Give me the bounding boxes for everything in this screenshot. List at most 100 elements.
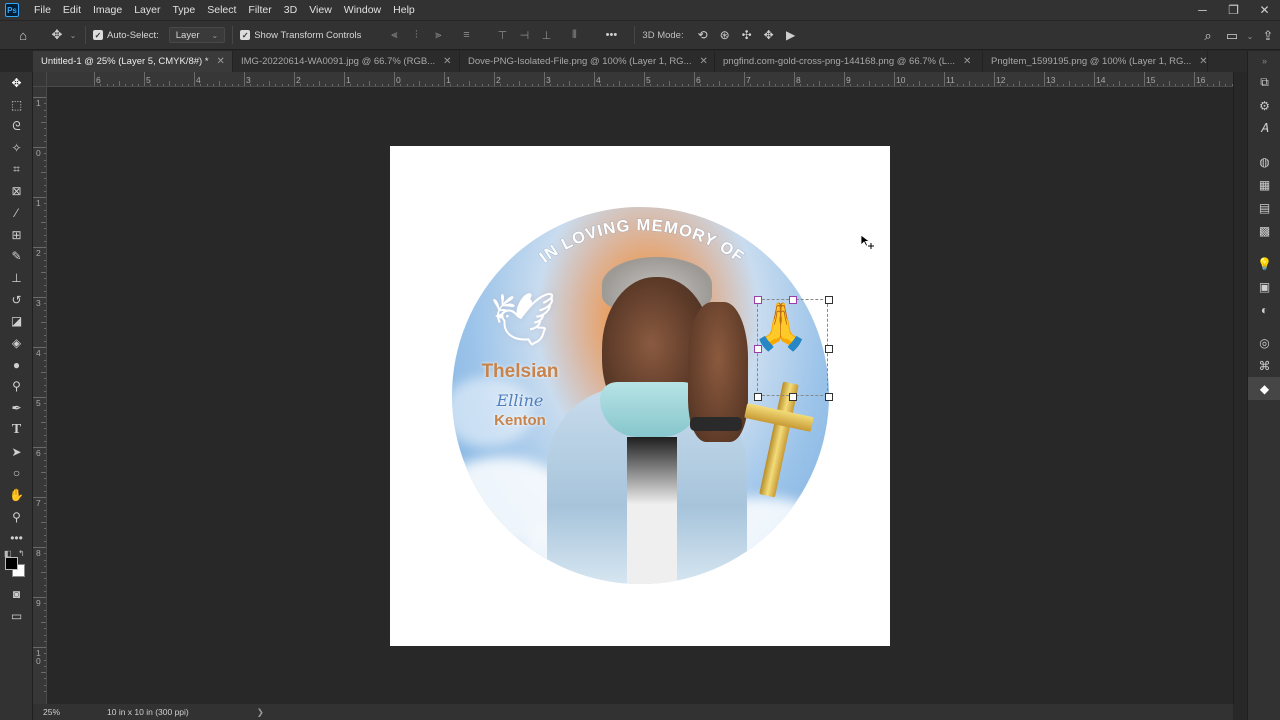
auto-select-checkbox[interactable]: ✓ Auto-Select: bbox=[93, 30, 159, 41]
transform-handle[interactable] bbox=[825, 393, 833, 401]
color-panel-icon[interactable]: ◍ bbox=[1248, 150, 1280, 173]
tab-img-20220614[interactable]: IMG-20220614-WA0091.jpg @ 66.7% (RGB... … bbox=[233, 51, 460, 72]
lasso-tool-icon[interactable]: ᘓ bbox=[0, 115, 33, 137]
close-icon[interactable]: ✕ bbox=[963, 56, 971, 67]
screen-mode-icon[interactable]: ▭ bbox=[0, 605, 33, 627]
tab-untitled-1[interactable]: Untitled-1 @ 25% (Layer 5, CMYK/8#) * ✕ bbox=[33, 51, 233, 72]
zoom-level[interactable]: 25% bbox=[33, 707, 91, 717]
horizontal-ruler[interactable]: 6 5 4 3 2 1 0 1 2 3 4 5 6 7 8 9 10 11 12 13 14 15 16 bbox=[47, 72, 1233, 87]
menu-image[interactable]: Image bbox=[87, 0, 128, 20]
align-right-icon[interactable]: ⫸ bbox=[429, 26, 447, 44]
orbit-3d-icon[interactable]: ⟲ bbox=[692, 28, 714, 42]
transform-handle[interactable] bbox=[789, 296, 797, 304]
close-icon[interactable]: ✕ bbox=[1199, 56, 1207, 67]
clone-stamp-tool-icon[interactable]: ⊥ bbox=[0, 267, 33, 289]
patterns-panel-icon[interactable]: ▩ bbox=[1248, 219, 1280, 242]
tab-dove-png[interactable]: Dove-PNG-Isolated-File.png @ 100% (Layer… bbox=[460, 51, 715, 72]
color-swatches[interactable]: ◧ ↰ bbox=[0, 549, 33, 583]
layer-group-select[interactable]: Layer ⌄ bbox=[168, 27, 226, 43]
align-middle-icon[interactable]: ⊣ bbox=[515, 26, 533, 44]
chevron-down-icon[interactable]: ⌄ bbox=[1244, 21, 1256, 51]
transform-handle[interactable] bbox=[825, 296, 833, 304]
roll-3d-icon[interactable]: ⊛ bbox=[714, 28, 736, 42]
crop-tool-icon[interactable]: ⌗ bbox=[0, 159, 33, 181]
paths-panel-icon[interactable]: ⌘ bbox=[1248, 354, 1280, 377]
collapse-panels-icon[interactable]: » bbox=[1248, 51, 1280, 71]
foreground-color-swatch[interactable] bbox=[5, 557, 18, 571]
brush-tool-icon[interactable]: ✎ bbox=[0, 246, 33, 268]
move-tool-preset-icon[interactable]: ✥ bbox=[46, 20, 68, 50]
path-selection-tool-icon[interactable]: ➤ bbox=[0, 441, 33, 463]
menu-window[interactable]: Window bbox=[338, 0, 387, 20]
distribute-vertical-icon[interactable]: ⦀ bbox=[565, 26, 583, 44]
healing-brush-tool-icon[interactable]: ⊞ bbox=[0, 224, 33, 246]
distribute-icon[interactable]: ≡ bbox=[457, 26, 475, 44]
ruler-origin[interactable] bbox=[33, 72, 47, 87]
pen-tool-icon[interactable]: ✒ bbox=[0, 397, 33, 419]
magic-wand-tool-icon[interactable]: ✧ bbox=[0, 137, 33, 159]
chevron-down-icon[interactable]: ⌄ bbox=[68, 20, 78, 50]
vertical-ruler[interactable]: 101234567891 0 bbox=[33, 87, 47, 704]
transform-bounding-box[interactable] bbox=[754, 296, 833, 401]
history-brush-tool-icon[interactable]: ↺ bbox=[0, 289, 33, 311]
align-bottom-icon[interactable]: ⊥ bbox=[537, 26, 555, 44]
libraries-panel-icon[interactable]: ▣ bbox=[1248, 275, 1280, 298]
tab-gold-cross-png[interactable]: pngfind.com-gold-cross-png-144168.png @ … bbox=[715, 51, 983, 72]
menu-type[interactable]: Type bbox=[166, 0, 201, 20]
edit-toolbar-icon[interactable]: ••• bbox=[0, 527, 33, 549]
menu-view[interactable]: View bbox=[303, 0, 338, 20]
properties-panel-icon[interactable]: ⚙ bbox=[1248, 94, 1280, 117]
eyedropper-tool-icon[interactable]: ⁄ bbox=[0, 202, 33, 224]
align-top-icon[interactable]: ⊤ bbox=[493, 26, 511, 44]
transform-handle[interactable] bbox=[754, 345, 762, 353]
frame-tool-icon[interactable]: ⊠ bbox=[0, 180, 33, 202]
type-tool-icon[interactable]: T bbox=[0, 419, 33, 441]
learn-panel-icon[interactable]: 💡 bbox=[1248, 252, 1280, 275]
zoom-tool-icon[interactable]: ⚲ bbox=[0, 506, 33, 528]
transform-handle[interactable] bbox=[754, 393, 762, 401]
history-panel-icon[interactable]: ⧉ bbox=[1248, 71, 1280, 94]
swap-colors-icon[interactable]: ↰ bbox=[18, 549, 25, 558]
close-icon[interactable]: ✕ bbox=[217, 56, 225, 67]
home-icon[interactable]: ⌂ bbox=[0, 20, 46, 50]
search-icon[interactable]: ⌕ bbox=[1196, 21, 1220, 51]
restore-icon[interactable]: ❐ bbox=[1218, 0, 1249, 20]
dodge-tool-icon[interactable]: ⚲ bbox=[0, 376, 33, 398]
gradients-panel-icon[interactable]: ▤ bbox=[1248, 196, 1280, 219]
minimize-icon[interactable]: ─ bbox=[1187, 0, 1218, 20]
quick-mask-icon[interactable]: ◙ bbox=[0, 583, 33, 605]
ellipse-tool-icon[interactable]: ○ bbox=[0, 462, 33, 484]
more-options-icon[interactable]: ••• bbox=[595, 20, 627, 50]
paint-bucket-tool-icon[interactable]: ◈ bbox=[0, 332, 33, 354]
menu-select[interactable]: Select bbox=[201, 0, 242, 20]
slide-3d-icon[interactable]: ✥ bbox=[758, 28, 780, 42]
menu-edit[interactable]: Edit bbox=[57, 0, 87, 20]
layers-panel-icon[interactable]: ◆ bbox=[1248, 377, 1280, 400]
blur-tool-icon[interactable]: ● bbox=[0, 354, 33, 376]
show-transform-controls-checkbox[interactable]: ✓ Show Transform Controls bbox=[240, 30, 361, 41]
move-tool-icon[interactable]: ✥ bbox=[0, 72, 33, 94]
share-icon[interactable]: ⇪ bbox=[1256, 21, 1280, 51]
transform-handle[interactable] bbox=[825, 345, 833, 353]
adjustments-panel-icon[interactable]: ◐ bbox=[1248, 298, 1280, 321]
vertical-scrollbar[interactable] bbox=[1233, 72, 1247, 704]
align-left-icon[interactable]: ⫷ bbox=[385, 26, 403, 44]
menu-file[interactable]: File bbox=[28, 0, 57, 20]
marquee-tool-icon[interactable]: ⬚ bbox=[0, 94, 33, 116]
scale-3d-icon[interactable]: ▶ bbox=[780, 28, 802, 42]
menu-help[interactable]: Help bbox=[387, 0, 421, 20]
menu-filter[interactable]: Filter bbox=[242, 0, 277, 20]
status-menu-arrow-icon[interactable]: ❯ bbox=[257, 707, 264, 718]
channels-panel-icon[interactable]: ◎ bbox=[1248, 331, 1280, 354]
align-center-icon[interactable]: ⫶ bbox=[407, 26, 425, 44]
character-panel-icon[interactable]: 𝐴 bbox=[1248, 117, 1280, 140]
document-canvas[interactable]: 🕊 🙏 IN LOVING MEMORY OF Thelsian Elline … bbox=[390, 146, 890, 646]
menu-layer[interactable]: Layer bbox=[128, 0, 166, 20]
close-icon[interactable]: ✕ bbox=[699, 56, 707, 67]
hand-tool-icon[interactable]: ✋ bbox=[0, 484, 33, 506]
workspace-icon[interactable]: ▭ bbox=[1220, 21, 1244, 51]
eraser-tool-icon[interactable]: ◪ bbox=[0, 311, 33, 333]
drag-3d-icon[interactable]: ✣ bbox=[736, 28, 758, 42]
transform-handle[interactable] bbox=[789, 393, 797, 401]
tab-pngitem[interactable]: PngItem_1599195.png @ 100% (Layer 1, RG.… bbox=[983, 51, 1208, 72]
